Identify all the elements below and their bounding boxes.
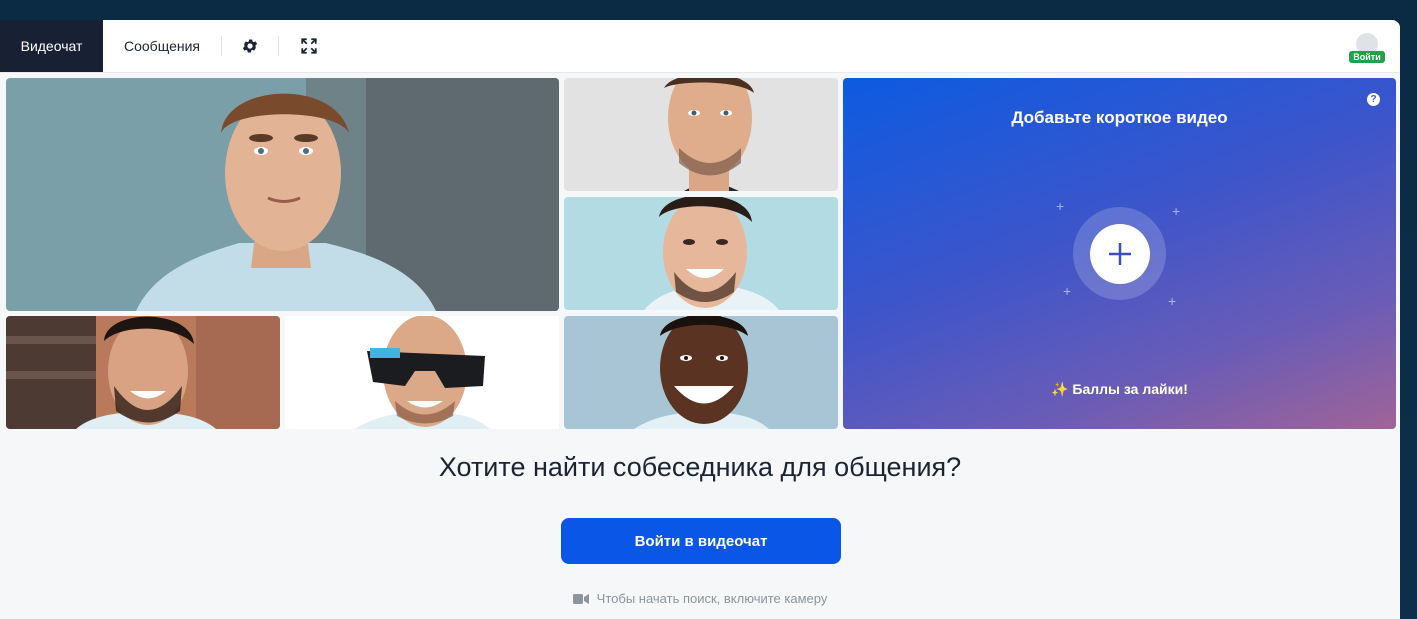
divider	[278, 36, 279, 56]
tab-messages[interactable]: Сообщения	[103, 20, 221, 72]
login-badge[interactable]: Войти	[1349, 51, 1385, 63]
profile-photo	[285, 316, 559, 429]
help-icon[interactable]: ?	[1367, 93, 1380, 106]
fullscreen-icon[interactable]	[297, 34, 321, 58]
enter-videochat-button[interactable]: Войти в видеочат	[561, 518, 841, 564]
likes-text: Баллы за лайки!	[1072, 381, 1188, 397]
top-bar: Видеочат Сообщения Войти	[0, 20, 1400, 73]
sparkle-icon: +	[1063, 283, 1072, 299]
plus-icon	[1109, 243, 1131, 265]
camera-hint-text: Чтобы начать поиск, включите камеру	[596, 591, 828, 606]
divider	[221, 36, 222, 56]
promo-title: Добавьте короткое видео	[1011, 108, 1228, 127]
sparkle-icon: +	[1168, 293, 1177, 309]
add-video-button[interactable]	[1090, 224, 1150, 284]
page-headline: Хотите найти собеседника для общения?	[438, 452, 962, 482]
sparkle-icon: +	[1172, 203, 1181, 219]
camera-icon	[572, 593, 589, 604]
gear-icon[interactable]	[238, 34, 262, 58]
camera-hint: Чтобы начать поиск, включите камеру	[0, 591, 1400, 606]
sparkle-icon: ✨	[1051, 381, 1069, 397]
likes-label: ✨ Баллы за лайки!	[843, 381, 1396, 398]
profile-photo	[564, 78, 838, 191]
profile-photo	[6, 316, 280, 429]
add-video-panel: Добавьте короткое видео ? + + + + ✨ Балл…	[843, 78, 1396, 429]
sparkle-icon: +	[1056, 198, 1065, 214]
app-window: Видеочат Сообщения Войти Добавьте коротк…	[0, 20, 1400, 619]
profile-photo	[564, 197, 838, 310]
profile-photo	[564, 316, 838, 429]
profile-photo-large	[6, 78, 559, 311]
tab-videochat[interactable]: Видеочат	[0, 20, 103, 72]
